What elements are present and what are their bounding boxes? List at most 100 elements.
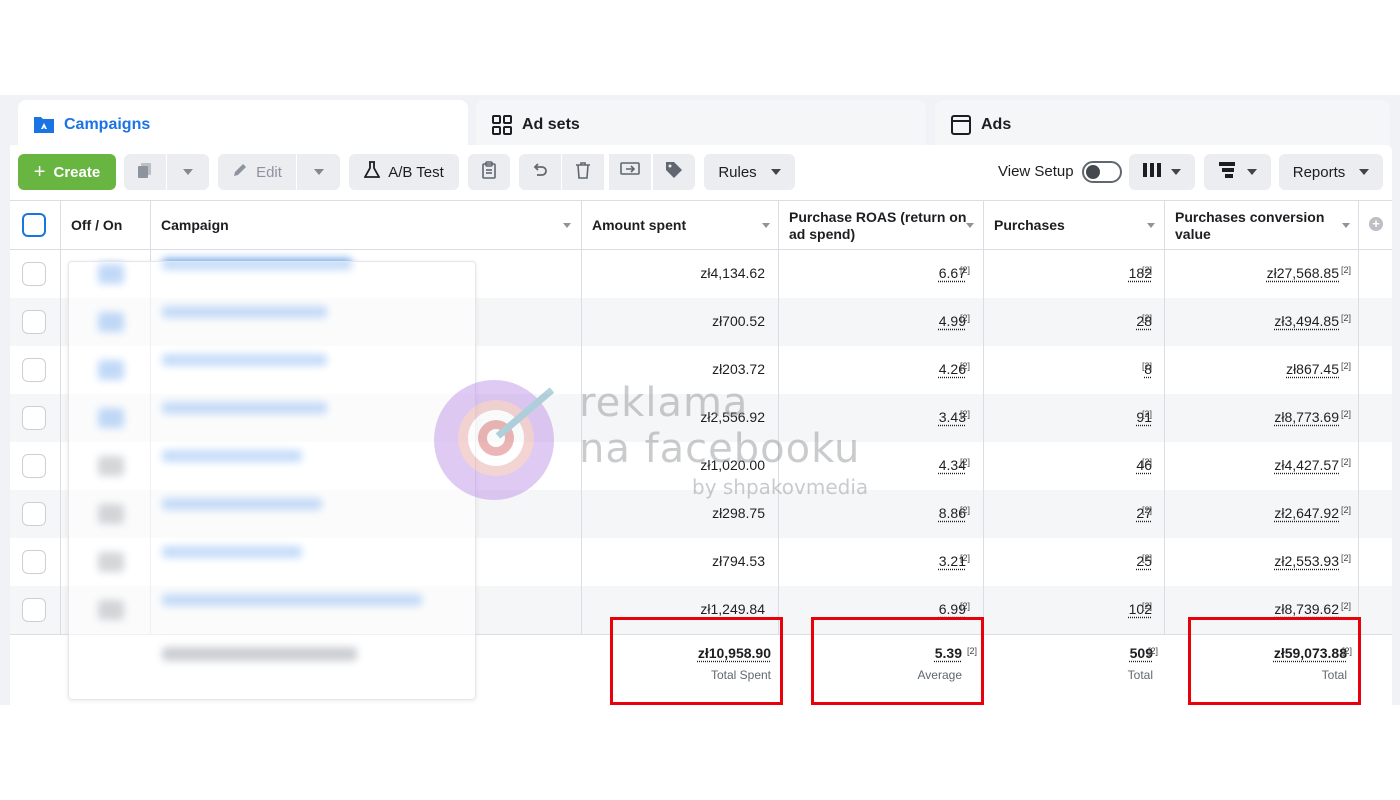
- add-column-icon[interactable]: +: [1369, 217, 1383, 231]
- header-purchase-roas[interactable]: Purchase ROAS (return on ad spend): [779, 201, 969, 250]
- footnote-marker: [2]: [1142, 505, 1153, 515]
- tab-label: Campaigns: [64, 116, 151, 133]
- header-purchases[interactable]: Purchases: [984, 201, 1154, 250]
- create-label: Create: [53, 163, 101, 181]
- columns-icon: [1143, 163, 1161, 181]
- footnote-marker: [2]: [960, 265, 971, 275]
- header-off-on[interactable]: Off / On: [61, 201, 151, 250]
- ad-window-icon: [949, 113, 973, 137]
- undo-icon: [531, 161, 549, 183]
- chevron-down-icon: [1359, 169, 1370, 175]
- reports-dropdown[interactable]: Reports: [1279, 154, 1383, 190]
- footnote-marker: [2]: [1341, 553, 1352, 563]
- chevron-down-icon: [1171, 169, 1181, 175]
- row-checkbox[interactable]: [22, 262, 46, 286]
- sort-caret-icon[interactable]: [563, 223, 571, 228]
- tab-campaigns[interactable]: Campaigns: [18, 100, 468, 150]
- undo-button[interactable]: [519, 154, 561, 190]
- export-button[interactable]: [609, 154, 651, 190]
- edit-label: Edit: [256, 163, 282, 181]
- pencil-icon: [232, 162, 248, 182]
- toolbar: + Create Edit A/B Test Rules View Setup …: [10, 145, 1392, 199]
- highlight-total-spent: [610, 617, 783, 705]
- footnote-marker: [2]: [1341, 409, 1352, 419]
- total-purchases-label: Total: [1127, 668, 1153, 682]
- delete-button[interactable]: [562, 154, 604, 190]
- cell-conversion-value[interactable]: zł8,739.62: [1274, 601, 1339, 617]
- footnote-marker: [2]: [960, 361, 971, 371]
- breakdown-dropdown[interactable]: [1204, 154, 1271, 190]
- cell-conversion-value[interactable]: zł867.45: [1286, 361, 1339, 377]
- cell-conversion-value[interactable]: zł4,427.57: [1274, 457, 1339, 473]
- campaigns-folder-icon: [32, 113, 56, 137]
- view-setup-toggle[interactable]: [1082, 161, 1122, 183]
- footnote-marker: [2]: [960, 601, 971, 611]
- sort-caret-icon[interactable]: [966, 223, 974, 228]
- campaigns-table: Off / On Campaign Amount spent Purchase …: [10, 200, 1392, 705]
- footnote-marker: [2]: [1142, 313, 1153, 323]
- cell-amount-spent: zł700.52: [712, 313, 765, 329]
- cell-amount-spent: zł1,020.00: [700, 457, 765, 473]
- row-checkbox[interactable]: [22, 310, 46, 334]
- footnote-marker: [2]: [1142, 409, 1153, 419]
- tab-label: Ads: [981, 116, 1012, 133]
- footnote-marker: [2]: [1142, 457, 1153, 467]
- breakdown-icon: [1218, 162, 1237, 182]
- tag-button[interactable]: [653, 154, 695, 190]
- row-checkbox[interactable]: [22, 358, 46, 382]
- footnote-marker: [2]: [1142, 361, 1153, 371]
- beaker-icon: [363, 161, 381, 183]
- header-conversion-value[interactable]: Purchases conversion value: [1165, 201, 1340, 250]
- cell-amount-spent: zł1,249.84: [700, 601, 765, 617]
- row-checkbox[interactable]: [22, 598, 46, 622]
- row-checkbox[interactable]: [22, 406, 46, 430]
- sort-caret-icon[interactable]: [1342, 223, 1350, 228]
- edit-button[interactable]: Edit: [218, 154, 296, 190]
- header-campaign[interactable]: Campaign: [151, 201, 581, 250]
- footnote-marker: [2]: [1341, 457, 1352, 467]
- row-checkbox[interactable]: [22, 502, 46, 526]
- chevron-down-icon: [313, 169, 324, 175]
- clipboard-icon: [481, 161, 497, 183]
- edit-dropdown-button[interactable]: [297, 154, 340, 190]
- tab-ad-sets[interactable]: Ad sets: [476, 100, 926, 150]
- tab-ads[interactable]: Ads: [935, 100, 1390, 150]
- blurred-campaign-panel: [68, 261, 476, 700]
- highlight-average-roas: [811, 617, 984, 705]
- footnote-marker: [2]: [1148, 646, 1159, 656]
- columns-dropdown[interactable]: [1129, 154, 1195, 190]
- sort-caret-icon[interactable]: [762, 223, 770, 228]
- cell-amount-spent: zł203.72: [712, 361, 765, 377]
- cell-amount-spent: zł4,134.62: [700, 265, 765, 281]
- cell-amount-spent: zł794.53: [712, 553, 765, 569]
- row-checkbox[interactable]: [22, 550, 46, 574]
- duplicate-dropdown-button[interactable]: [167, 154, 209, 190]
- clipboard-button[interactable]: [468, 154, 510, 190]
- row-checkbox[interactable]: [22, 454, 46, 478]
- view-setup-label: View Setup: [998, 163, 1074, 180]
- highlight-total-value: [1188, 617, 1361, 705]
- cell-conversion-value[interactable]: zł2,647.92: [1274, 505, 1339, 521]
- footnote-marker: [2]: [1341, 265, 1352, 275]
- cell-amount-spent: zł2,556.92: [700, 409, 765, 425]
- footnote-marker: [2]: [1341, 601, 1352, 611]
- column-divider: [1164, 200, 1165, 705]
- tab-label: Ad sets: [522, 116, 580, 133]
- rules-dropdown[interactable]: Rules: [704, 154, 795, 190]
- footnote-marker: [2]: [1341, 505, 1352, 515]
- cell-conversion-value[interactable]: zł8,773.69: [1274, 409, 1339, 425]
- column-divider: [581, 200, 582, 705]
- create-button[interactable]: + Create: [18, 154, 116, 190]
- ab-test-button[interactable]: A/B Test: [349, 154, 459, 190]
- chevron-down-icon: [183, 169, 193, 175]
- campaigns-panel: + Create Edit A/B Test Rules View Setup …: [10, 145, 1392, 705]
- table-header: Off / On Campaign Amount spent Purchase …: [10, 200, 1392, 250]
- cell-conversion-value[interactable]: zł2,553.93: [1274, 553, 1339, 569]
- select-all-checkbox[interactable]: [22, 213, 46, 237]
- reports-label: Reports: [1292, 163, 1346, 181]
- cell-conversion-value[interactable]: zł3,494.85: [1274, 313, 1339, 329]
- cell-conversion-value[interactable]: zł27,568.85: [1267, 265, 1339, 281]
- duplicate-button[interactable]: [124, 154, 166, 190]
- header-amount-spent[interactable]: Amount spent: [582, 201, 778, 250]
- sort-caret-icon[interactable]: [1147, 223, 1155, 228]
